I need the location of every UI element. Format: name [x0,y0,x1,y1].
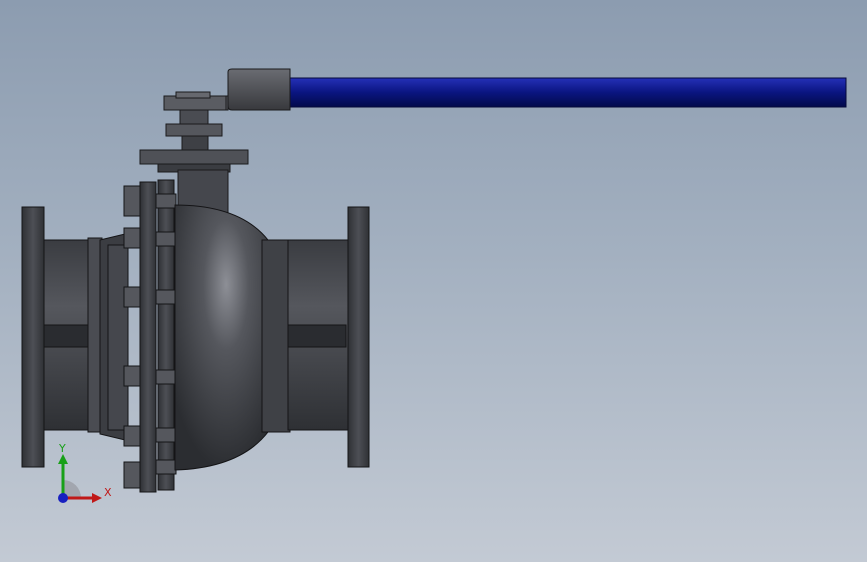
ball-valve-model[interactable] [0,0,867,562]
center-flange [123,179,177,493]
coordinate-triad: Y X [58,442,112,503]
left-body [99,233,129,441]
x-axis-label: X [104,486,112,499]
graphics-viewport[interactable]: Y X [0,0,867,562]
right-end-flange [287,206,370,468]
z-axis-dot [58,493,68,503]
valve-ball-body [174,204,291,471]
lever-handle[interactable] [167,68,847,111]
left-end-flange [21,206,103,468]
y-axis-label: Y [58,442,66,455]
